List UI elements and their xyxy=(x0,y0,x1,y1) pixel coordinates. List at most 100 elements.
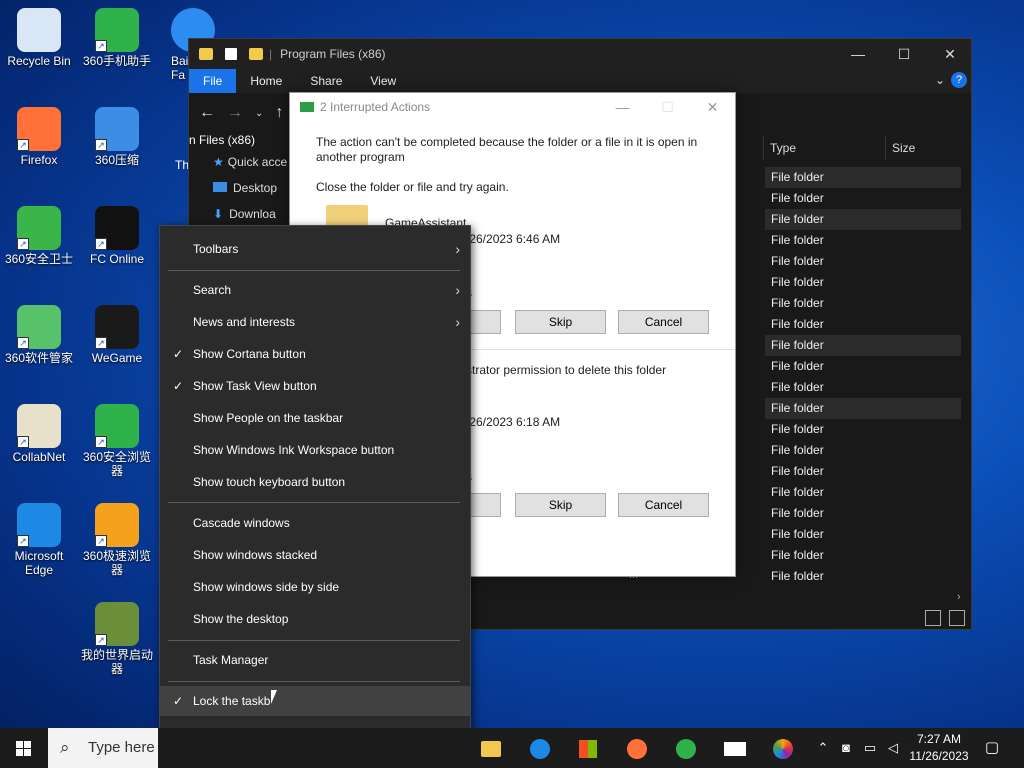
file-row-type[interactable]: File folder xyxy=(765,209,961,230)
new-folder-icon[interactable] xyxy=(249,48,263,60)
file-row-type[interactable]: File folder xyxy=(765,167,961,188)
file-row-type[interactable]: File folder xyxy=(765,503,961,524)
file-row-type[interactable]: File folder xyxy=(765,293,961,314)
taskbar-360-speed-browser-icon[interactable] xyxy=(759,728,807,768)
menu-item-news-and-interests[interactable]: News and interests › xyxy=(160,307,470,337)
back-arrow-icon[interactable]: ← xyxy=(199,104,215,122)
file-row-type[interactable]: File folder xyxy=(765,230,961,251)
cancel-button-2[interactable]: Cancel xyxy=(618,493,709,517)
file-row-type[interactable]: File folder xyxy=(765,356,961,377)
desktop-icon-edge[interactable]: ↗ Microsoft Edge xyxy=(0,503,79,577)
desktop-icon-minecraft-launcher[interactable]: ↗ 我的世界启动器 xyxy=(77,602,157,676)
forward-arrow-icon[interactable]: → xyxy=(227,104,243,122)
notifications-icon[interactable]: ▢ xyxy=(980,728,1004,768)
menu-item-show-windows-stacked[interactable]: Show windows stacked xyxy=(160,540,470,570)
file-row-type[interactable]: File folder xyxy=(765,188,961,209)
menu-item-toolbars[interactable]: Toolbars › xyxy=(160,234,470,264)
menu-item-show-touch-keyboard-button[interactable]: Show touch keyboard button xyxy=(160,467,470,497)
close-button[interactable]: ✕ xyxy=(927,39,973,69)
desktop-icon-label: 我的世界启动器 xyxy=(80,648,153,676)
file-row-type[interactable]: File folder xyxy=(765,398,961,419)
volume-muted-icon[interactable]: ◁ xyxy=(882,728,904,768)
file-row-type[interactable]: File folder xyxy=(765,566,961,587)
taskbar-clock[interactable]: 7:27 AM 11/26/2023 xyxy=(904,731,974,765)
dialog-close-button[interactable]: ✕ xyxy=(690,93,735,121)
360-phone-helper-icon: ↗ xyxy=(95,8,139,52)
show-hidden-icons-chevron-icon[interactable]: ⌃ xyxy=(812,728,834,768)
star-icon: ★ xyxy=(213,155,224,169)
menu-item-show-the-desktop[interactable]: Show the desktop xyxy=(160,604,470,634)
minimize-button[interactable]: — xyxy=(835,39,881,69)
menu-item-show-windows-ink-workspace-button[interactable]: Show Windows Ink Workspace button xyxy=(160,435,470,465)
desktop-icon-firefox[interactable]: ↗ Firefox xyxy=(0,107,79,167)
skip-button-2[interactable]: Skip xyxy=(515,493,606,517)
file-row-type[interactable]: File folder xyxy=(765,251,961,272)
file-row-type[interactable]: File folder xyxy=(765,272,961,293)
taskbar-store-icon[interactable] xyxy=(564,728,612,768)
taskbar-search-box[interactable]: ⌕ Type here t xyxy=(48,728,158,768)
desktop-icon-wegame[interactable]: ↗ WeGame xyxy=(77,305,157,365)
column-header-size[interactable]: Size xyxy=(885,136,965,160)
webcam-icon[interactable]: ◙ xyxy=(835,728,857,768)
menu-item-label: Show windows side by side xyxy=(193,580,340,594)
taskbar-firefox-icon[interactable] xyxy=(613,728,661,768)
shortcut-arrow-icon: ↗ xyxy=(95,139,107,151)
desktop-icon-360-browser[interactable]: ↗ 360安全浏览器 xyxy=(77,404,157,478)
file-row-type[interactable]: File folder xyxy=(765,314,961,335)
network-icon[interactable]: ▭ xyxy=(859,728,881,768)
menu-item-cascade-windows[interactable]: Cascade windows xyxy=(160,508,470,538)
scroll-right-icon[interactable]: › xyxy=(957,591,961,603)
nav-item-downloads[interactable]: ⬇ Downloa xyxy=(189,201,289,227)
maximize-button[interactable]: ☐ xyxy=(881,39,927,69)
tab-file[interactable]: File xyxy=(189,69,237,93)
menu-item-show-windows-side-by-side[interactable]: Show windows side by side xyxy=(160,572,470,602)
menu-item-task-manager[interactable]: Task Manager xyxy=(160,645,470,675)
desktop-icon-360-phone-helper[interactable]: ↗ 360手机助手 xyxy=(77,8,157,68)
menu-item-show-task-view-button[interactable]: Show Task View button ✓ xyxy=(160,371,470,401)
menu-item-show-cortana-button[interactable]: Show Cortana button ✓ xyxy=(160,339,470,369)
tab-view[interactable]: View xyxy=(356,69,410,93)
start-button[interactable] xyxy=(0,728,48,768)
cancel-button[interactable]: Cancel xyxy=(618,310,709,334)
column-header-type[interactable]: Type xyxy=(763,136,887,160)
desktop-icon-360-software-manager[interactable]: ↗ 360软件管家 xyxy=(0,305,79,365)
details-view-icon[interactable] xyxy=(925,610,941,626)
file-row-type[interactable]: File folder xyxy=(765,524,961,545)
file-row-type[interactable]: File folder xyxy=(765,461,961,482)
tab-share[interactable]: Share xyxy=(296,69,356,93)
file-row-type[interactable]: File folder xyxy=(765,545,961,566)
up-arrow-icon[interactable]: ↑ xyxy=(275,104,283,122)
file-row-type[interactable]: File folder xyxy=(765,335,961,356)
properties-icon[interactable] xyxy=(225,48,237,60)
taskbar-edge-icon[interactable] xyxy=(516,728,564,768)
file-row-type[interactable]: File folder xyxy=(765,419,961,440)
desktop-icon-360-speed-browser[interactable]: ↗ 360极速浏览器 xyxy=(77,503,157,577)
desktop-icon-collabnet[interactable]: ↗ CollabNet xyxy=(0,404,79,464)
taskbar-file-explorer-icon[interactable] xyxy=(467,728,515,768)
menu-item-lock-the-taskb[interactable]: Lock the taskb ✓ xyxy=(160,686,470,716)
desktop-icon-recycle-bin[interactable]: Recycle Bin xyxy=(0,8,79,68)
desktop-icon-fc-online[interactable]: ↗ FC Online xyxy=(77,206,157,266)
file-row-type[interactable]: File folder xyxy=(765,377,961,398)
nav-item-desktop[interactable]: Desktop xyxy=(189,175,289,201)
file-row-type[interactable]: File folder xyxy=(765,440,961,461)
search-input[interactable]: n Files (x86) xyxy=(189,133,255,147)
taskbar-360-browser-icon[interactable] xyxy=(662,728,710,768)
skip-button[interactable]: Skip xyxy=(515,310,606,334)
desktop-icon-label: FC Online xyxy=(89,252,145,266)
ribbon-expand-icon[interactable]: ⌄ xyxy=(935,73,945,87)
dialog-minimize-button[interactable]: — xyxy=(600,93,645,121)
fc-online-icon: ↗ xyxy=(95,206,139,250)
menu-item-show-people-on-the-taskbar[interactable]: Show People on the taskbar xyxy=(160,403,470,433)
recent-chevron-icon[interactable]: ⌄ xyxy=(255,108,263,119)
nav-item-quick-access[interactable]: ★ Quick acce xyxy=(189,149,289,175)
taskbar-mail-icon[interactable] xyxy=(711,728,759,768)
desktop-icon-360-security[interactable]: ↗ 360安全卫士 xyxy=(0,206,79,266)
search-placeholder: Type here t xyxy=(88,739,158,756)
tab-home[interactable]: Home xyxy=(236,69,296,93)
file-row-type[interactable]: File folder xyxy=(765,482,961,503)
desktop-icon-360-zip[interactable]: ↗ 360压缩 xyxy=(77,107,157,167)
menu-item-search[interactable]: Search › xyxy=(160,275,470,305)
large-icons-view-icon[interactable] xyxy=(949,610,965,626)
help-icon[interactable]: ? xyxy=(951,72,967,88)
